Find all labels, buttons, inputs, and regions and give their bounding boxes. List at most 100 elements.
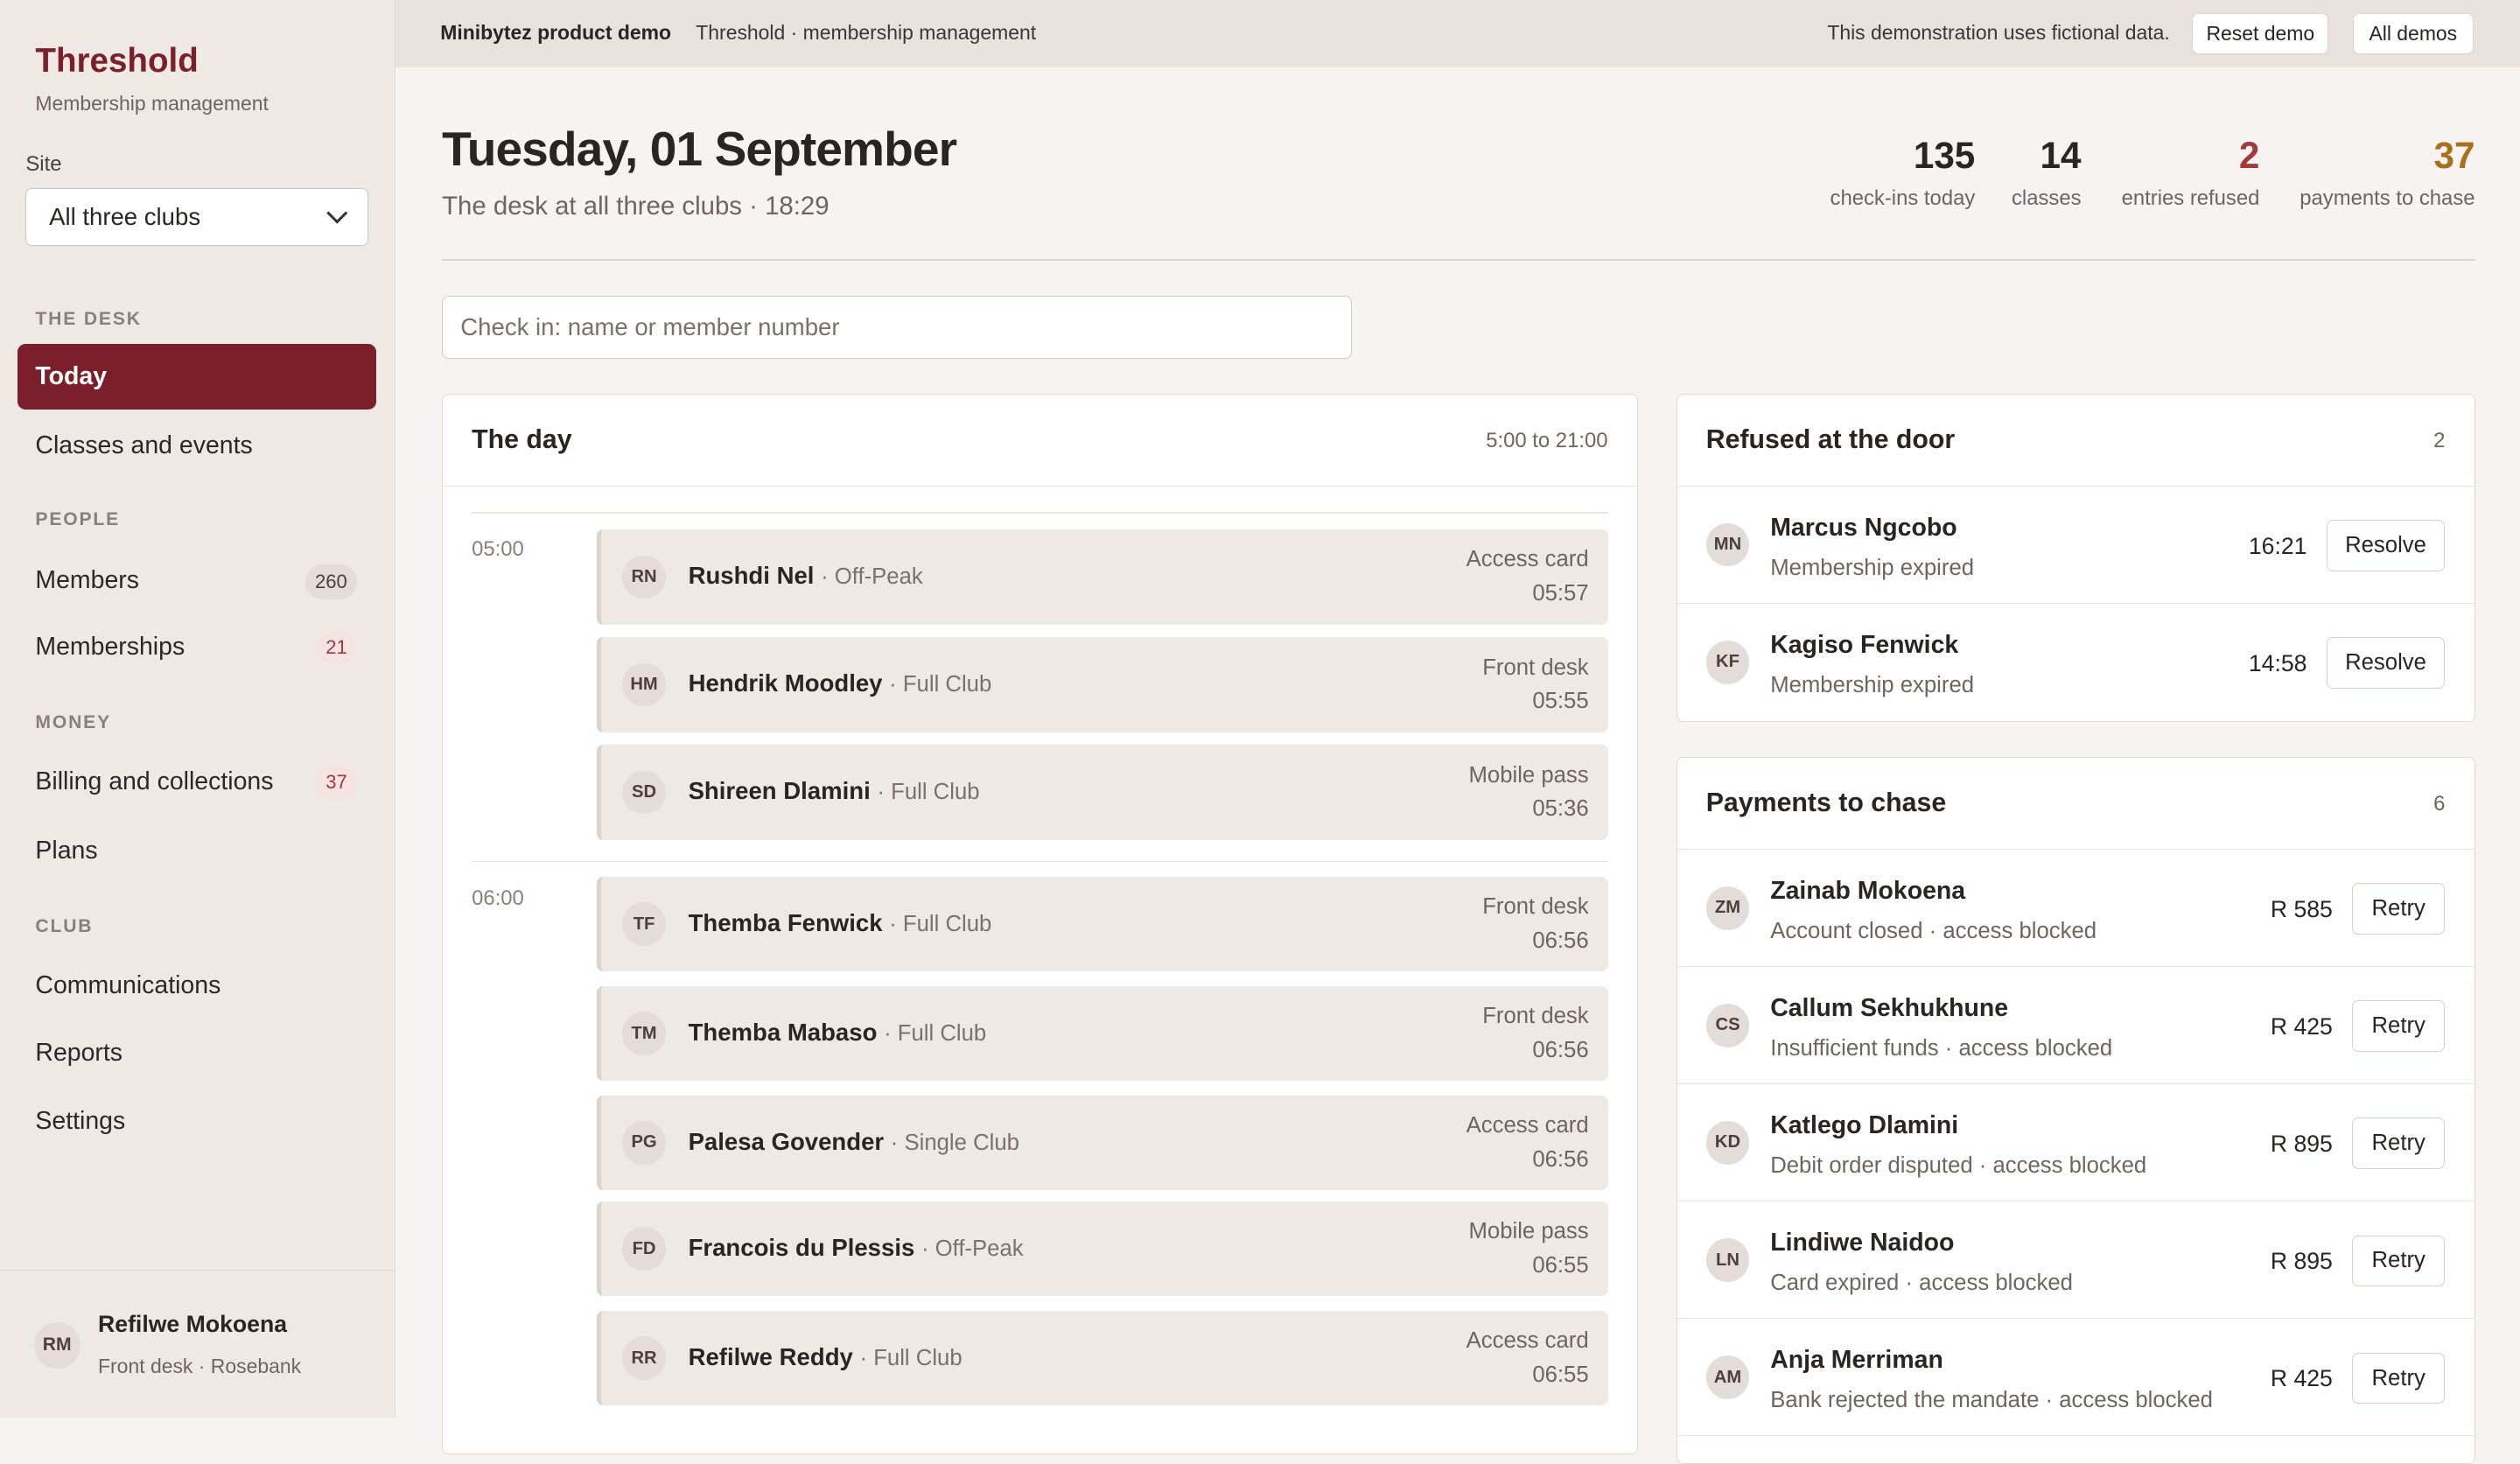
member-plan: · Full Club [889, 911, 992, 936]
hour-divider [472, 512, 1608, 514]
nav-item-members[interactable]: Members 260 [18, 548, 376, 613]
refusal-reason: Membership expired [1770, 672, 1975, 697]
check-in-source: Access card [1466, 1112, 1589, 1138]
all-demos-button[interactable]: All demos [2352, 12, 2474, 55]
stat-payments[interactable]: 37 payments to chase [2300, 132, 2474, 211]
panel-title: Payments to chase [1705, 788, 1947, 817]
nav-section-club: CLUB [35, 915, 94, 936]
list-item[interactable]: KF Kagiso Fenwick Membership expired 14:… [1677, 604, 2474, 721]
hour-divider [472, 860, 1608, 863]
retry-button[interactable]: Retry [2351, 1352, 2446, 1404]
payments-panel: Payments to chase 6 ZM Zainab Mokoena Ac… [1676, 757, 2475, 1464]
visit-row[interactable]: RN Rushdi Nel · Off-Peak Access card 05:… [597, 529, 1608, 625]
user-role: Front desk · Rosebank [98, 1354, 302, 1377]
visit-row[interactable]: RR Refilwe Reddy · Full Club Access card… [597, 1310, 1608, 1406]
visit-row[interactable]: FD Francois du Plessis · Off-Peak Mobile… [597, 1201, 1608, 1297]
visit-row[interactable]: PG Palesa Govender · Single Club Access … [597, 1095, 1608, 1191]
visit-row[interactable]: HM Hendrik Moodley · Full Club Front des… [597, 637, 1608, 732]
member-name: Refilwe Reddy [688, 1342, 853, 1370]
nav-item-reports[interactable]: Reports [18, 1020, 376, 1086]
check-in-time: 06:56 [1532, 1037, 1589, 1062]
reset-demo-button[interactable]: Reset demo [2192, 12, 2329, 55]
stat-checkins[interactable]: 135 check-ins today [1830, 132, 1976, 211]
stat-label: check-ins today [1830, 186, 1976, 211]
check-in-time: 05:36 [1532, 796, 1589, 822]
stat-label: classes [2011, 186, 2082, 211]
payment-issue: Account closed · access blocked [1770, 918, 2097, 943]
site-select[interactable]: All three clubs [25, 187, 368, 246]
sidebar: Threshold Membership management Site All… [0, 0, 396, 1418]
resolve-button[interactable]: Resolve [2326, 637, 2446, 690]
stat-label: payments to chase [2300, 186, 2475, 211]
nav-item-memberships[interactable]: Memberships 21 [18, 614, 376, 680]
nav-item-label: Reports [35, 1039, 123, 1068]
nav-item-communications[interactable]: Communications [18, 953, 376, 1019]
brand-logo[interactable]: Threshold [35, 42, 198, 81]
avatar: RR [622, 1336, 666, 1380]
list-item[interactable]: AM Anja Merriman Bank rejected the manda… [1676, 1319, 2474, 1437]
check-in-time: 06:55 [1532, 1252, 1589, 1278]
stat-refused[interactable]: 2 entries refused [2122, 132, 2260, 211]
list-item[interactable]: MN Marcus Ngcobo Membership expired 16:2… [1676, 487, 2474, 604]
visit-row[interactable]: SD Shireen Dlamini · Full Club Mobile pa… [597, 745, 1608, 840]
nav-section-desk: THE DESK [35, 308, 142, 329]
nav-item-label: Memberships [35, 632, 186, 661]
retry-button[interactable]: Retry [2351, 883, 2446, 935]
nav-item-label: Today [35, 362, 108, 391]
payment-issue: Insufficient funds · access blocked [1770, 1035, 2113, 1061]
visit-row[interactable]: TM Themba Mabaso · Full Club Front desk … [597, 985, 1608, 1082]
nav-item-label: Plans [35, 837, 98, 865]
retry-button[interactable]: Retry [2351, 1117, 2446, 1170]
check-in-input[interactable] [442, 295, 1352, 359]
nav-item-label: Classes and events [35, 431, 253, 460]
nav-item-today[interactable]: Today [18, 344, 376, 410]
panel-title: The day [472, 424, 572, 454]
retry-button[interactable]: Retry [2351, 1235, 2446, 1287]
demo-banner: Minibytez product demo Threshold · membe… [395, 0, 2520, 68]
nav-section-people: PEOPLE [35, 509, 121, 530]
list-item[interactable]: CS Callum Sekhukhune Insufficient funds … [1676, 967, 2474, 1084]
avatar: AM [1705, 1355, 1750, 1399]
avatar: CS [1705, 1004, 1750, 1047]
member-plan: · Full Club [884, 1020, 987, 1046]
refused-panel: Refused at the door 2 MN Marcus Ngcobo M… [1676, 393, 2475, 722]
stat-classes[interactable]: 14 classes [2012, 132, 2082, 211]
member-name: Callum Sekhukhune [1770, 994, 2009, 1023]
list-item[interactable]: KD Katlego Dlamini Debit order disputed … [1676, 1084, 2474, 1201]
payment-issue: Bank rejected the mandate · access block… [1770, 1388, 2213, 1413]
amount-owed: R 425 [2270, 1365, 2333, 1392]
avatar: ZM [1705, 886, 1750, 930]
member-name: Zainab Mokoena [1770, 876, 1966, 905]
nav-item-billing[interactable]: Billing and collections 37 [18, 749, 376, 815]
resolve-button[interactable]: Resolve [2326, 520, 2446, 571]
member-name: Marcus Ngcobo [1770, 513, 1957, 542]
member-plan: · Single Club [890, 1130, 1019, 1155]
check-in-source: Front desk [1482, 655, 1589, 680]
avatar: HM [622, 662, 666, 707]
member-name: Lindiwe Naidoo [1770, 1229, 1955, 1257]
visit-row[interactable]: TF Themba Fenwick · Full Club Front desk… [597, 876, 1608, 972]
member-plan: · Full Club [877, 780, 980, 805]
chevron-down-icon [326, 202, 348, 224]
avatar: LN [1705, 1238, 1750, 1282]
refusal-time: 16:21 [2248, 532, 2307, 559]
nav-item-plans[interactable]: Plans [18, 818, 376, 884]
current-user[interactable]: RM Refilwe Mokoena Front desk · Rosebank [0, 1270, 394, 1418]
avatar: KF [1705, 640, 1750, 684]
member-plan: · Off-Peak [821, 564, 923, 589]
day-panel: The day 5:00 to 21:00 05:00 RN Rushdi Ne… [442, 393, 1638, 1455]
nav-item-classes[interactable]: Classes and events [18, 413, 376, 479]
check-in-source: Mobile pass [1468, 1219, 1589, 1244]
nav-item-settings[interactable]: Settings [18, 1088, 376, 1153]
list-item[interactable]: ZM Zainab Mokoena Account closed · acces… [1676, 850, 2474, 967]
check-in-time: 05:55 [1532, 689, 1589, 714]
nav-item-label: Billing and collections [35, 767, 274, 796]
list-item[interactable]: LN Lindiwe Naidoo Card expired · access … [1676, 1201, 2474, 1320]
stat-label: entries refused [2121, 186, 2260, 211]
user-name: Refilwe Mokoena [98, 1310, 288, 1337]
check-in-source: Mobile pass [1468, 762, 1589, 788]
nav-item-label: Communications [35, 971, 221, 1000]
stat-value: 2 [2238, 134, 2260, 176]
retry-button[interactable]: Retry [2351, 1000, 2446, 1053]
nav-item-label: Members [35, 566, 139, 595]
